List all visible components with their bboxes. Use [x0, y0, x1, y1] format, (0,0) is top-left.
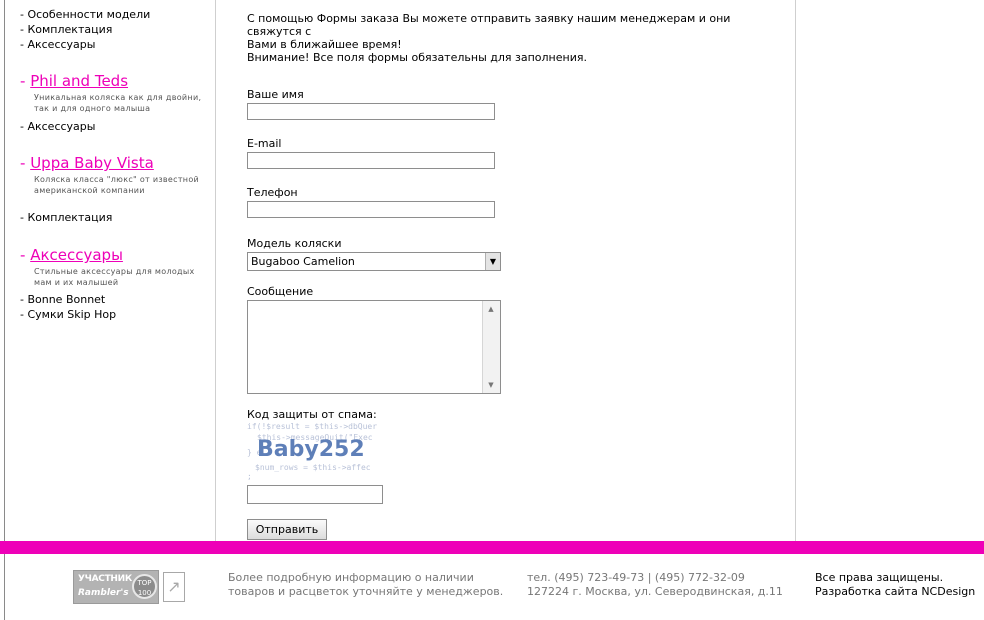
- rambler-top100-badge[interactable]: УЧАСТНИК Rambler's TOP 100: [73, 570, 159, 604]
- badge-top: TOP: [137, 579, 152, 587]
- dropdown-arrow-icon[interactable]: ▼: [485, 253, 500, 270]
- captcha-noise: $num_rows = $this->affec: [255, 463, 371, 472]
- footer-copyright: Все права защищены. Разработка сайта NCD…: [815, 571, 975, 599]
- footer-rights: Все права защищены.: [815, 571, 944, 584]
- section-title: Phil and Teds: [30, 72, 129, 90]
- sidebar-link-model-features[interactable]: - Особенности модели: [20, 8, 150, 21]
- section-title: Аксессуары: [30, 246, 123, 264]
- textarea-scrollbar[interactable]: ▲ ▼: [482, 301, 500, 393]
- sidebar-link-accessories[interactable]: - Аксессуары: [20, 38, 95, 51]
- captcha-input[interactable]: [247, 485, 383, 504]
- intro-line: С помощью Формы заказа Вы можете отправи…: [247, 12, 731, 38]
- intro-line: Вами в ближайшее время!: [247, 38, 402, 51]
- intro-warning: Внимание! Все поля формы обязательны для…: [247, 51, 587, 64]
- submit-button[interactable]: Отправить: [247, 519, 327, 540]
- column-divider-left: [215, 0, 216, 541]
- model-select[interactable]: Bugaboo Camelion ▼: [247, 252, 501, 271]
- section-description: Уникальная коляска как для двойни, так и…: [34, 93, 202, 113]
- name-input[interactable]: [247, 103, 495, 120]
- sidebar-section-phil-and-teds[interactable]: - Phil and Teds: [20, 72, 128, 90]
- footer-info-line: товаров и расцветок уточняйте у менеджер…: [228, 585, 504, 598]
- sidebar-section-uppa-baby-vista[interactable]: - Uppa Baby Vista: [20, 154, 154, 172]
- footer-accent-bar: [0, 541, 984, 554]
- sidebar-section-accessories[interactable]: - Аксессуары: [20, 246, 123, 264]
- sidebar-link-skip-hop[interactable]: - Сумки Skip Hop: [20, 308, 116, 321]
- page-frame-border: [4, 0, 5, 620]
- sidebar-link-equipment[interactable]: - Комплектация: [20, 23, 112, 36]
- captcha-word: Baby252: [257, 437, 365, 462]
- top100-icon: TOP 100: [132, 574, 157, 599]
- badge-text: УЧАСТНИК: [78, 574, 132, 584]
- captcha-noise: ;: [247, 472, 252, 481]
- sidebar-link-uppa-equipment[interactable]: - Комплектация: [20, 211, 112, 224]
- sidebar-link-phil-accessories[interactable]: - Аксессуары: [20, 120, 95, 133]
- section-title: Uppa Baby Vista: [30, 154, 154, 172]
- footer-info: Более подробную информацию о наличии тов…: [228, 571, 503, 599]
- footer-address: 127224 г. Москва, ул. Северодвинская, д.…: [527, 585, 783, 598]
- captcha-noise: if(!$result = $this->dbQuer: [247, 422, 378, 431]
- footer-phone: тел. (495) 723-49-73 | (495) 772-32-09: [527, 571, 745, 584]
- message-textarea[interactable]: ▲ ▼: [247, 300, 501, 394]
- footer-info-line: Более подробную информацию о наличии: [228, 571, 474, 584]
- scroll-down-arrow-icon[interactable]: ▼: [483, 378, 499, 392]
- sidebar-link-bonne-bonnet[interactable]: - Bonne Bonnet: [20, 293, 105, 306]
- badge-text: Rambler's: [78, 588, 129, 598]
- captcha-label: Код защиты от спама:: [247, 408, 377, 421]
- captcha-image: if(!$result = $this->dbQuer $this->messa…: [247, 422, 407, 481]
- phone-label: Телефон: [247, 186, 298, 199]
- email-label: E-mail: [247, 137, 282, 150]
- phone-input[interactable]: [247, 201, 495, 218]
- section-description: Стильные аксессуары для молодых мам и их…: [34, 267, 195, 287]
- form-intro: С помощью Формы заказа Вы можете отправи…: [247, 12, 787, 64]
- arrow-up-right-icon[interactable]: ↗: [163, 572, 185, 602]
- scroll-up-arrow-icon[interactable]: ▲: [483, 302, 499, 316]
- name-label: Ваше имя: [247, 88, 304, 101]
- badge-num: 100: [137, 589, 152, 597]
- footer-contacts: тел. (495) 723-49-73 | (495) 772-32-09 1…: [527, 571, 783, 599]
- model-selected-value: Bugaboo Camelion: [251, 255, 355, 268]
- email-input[interactable]: [247, 152, 495, 169]
- model-label: Модель коляски: [247, 237, 342, 250]
- column-divider-right: [795, 0, 796, 541]
- footer-developer[interactable]: Разработка сайта NCDesign: [815, 585, 975, 599]
- message-label: Сообщение: [247, 285, 314, 298]
- section-description: Коляска класса "люкс" от известной амери…: [34, 175, 200, 195]
